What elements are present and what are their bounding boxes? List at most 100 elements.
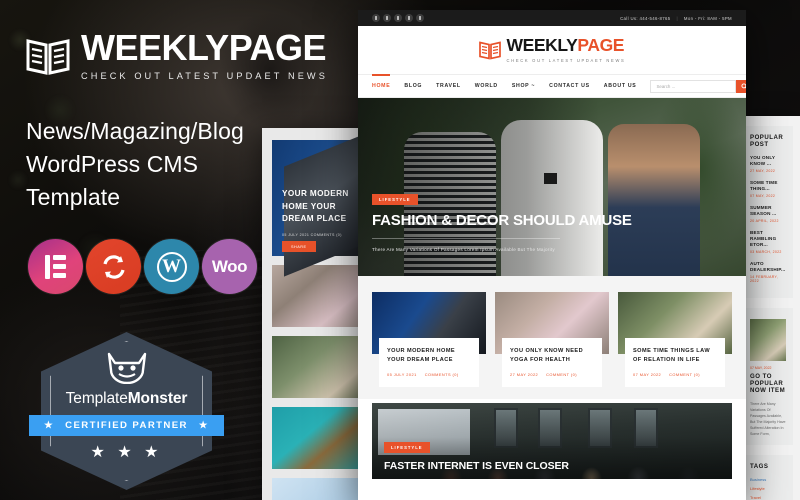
book-logo-icon <box>478 40 501 60</box>
popular-post-date: 03 MARCH, 2022 <box>750 250 782 255</box>
popular-post-date: 14 FEBRUARY, 2022 <box>750 275 778 284</box>
search-button[interactable] <box>736 79 746 93</box>
book-logo-icon <box>26 36 70 76</box>
post-card[interactable]: SOME TIME THINGS LAW OF RELATION IN LIFE… <box>618 292 732 388</box>
popular-post-title: AUTO DEALERSHIP... <box>750 260 786 272</box>
linkedin-icon[interactable] <box>416 14 424 22</box>
hero-title: FASHION & DECOR SHOULD AMUSE <box>372 212 632 229</box>
redux-icon <box>86 239 141 295</box>
hours-text: Mon - Fri: 8AM - 5PM <box>683 15 732 21</box>
promo-headline: News/Magazing/Blog WordPress CMS Templat… <box>26 115 334 213</box>
post-card-meta: 07 MAY 2022 COMMENT (0) <box>633 372 717 377</box>
facebook-icon[interactable] <box>372 14 380 22</box>
popular-post-date: 07 MAY, 2022 <box>750 194 776 199</box>
secondary-hero-badge[interactable]: LIFESTYLE <box>384 442 430 454</box>
templatemonster-certified-badge: TemplateMonster ★ CERTIFIED PARTNER ★ ★ … <box>29 332 224 490</box>
post-card-title[interactable]: YOU ONLY KNOW NEED YOGA FOR HEALTH <box>510 347 594 365</box>
topbar-contact-info: Call Us: 444-546-8765 | Mon - Fri: 8AM -… <box>620 16 732 21</box>
post-card-comments: COMMENT (0) <box>669 372 700 378</box>
site-logo-bar: WEEKLYPAGE CHECK OUT LATEST UPDAET NEWS <box>358 26 746 74</box>
post-card-meta: 05 JULY 2021 COMMENTS (0) <box>387 372 471 377</box>
phone-text: Call Us: 444-546-8765 <box>620 15 671 21</box>
post-card-comments: COMMENTS (0) <box>424 372 459 378</box>
popular-post-date: 27 MAY, 2022 <box>750 169 776 174</box>
tags-heading: TAGS <box>750 463 769 471</box>
post-card[interactable]: YOU ONLY KNOW NEED YOGA FOR HEALTH 27 MA… <box>495 292 609 388</box>
hero-slider[interactable]: LIFESTYLE FASHION & DECOR SHOULD AMUSE T… <box>358 98 746 276</box>
post-card-comments: COMMENT (0) <box>546 372 577 378</box>
tag-link: Lifestyle <box>750 486 765 492</box>
promo-brand-text: WEEKLYPAGE CHECK OUT LATEST UPDAET NEWS <box>81 30 328 81</box>
badge-brand-name: TemplateMonster <box>41 390 212 408</box>
promo-headline-line: WordPress CMS <box>26 150 199 177</box>
hero-category-badge[interactable]: LIFESTYLE <box>372 194 418 205</box>
nav-item-contact-us[interactable]: CONTACT US <box>549 83 590 89</box>
site-navbar: HOME BLOG TRAVEL WORLD SHOP ~ CONTACT US… <box>358 74 746 98</box>
hero-description: There Are Many Variations Of Passages Lo… <box>372 247 555 252</box>
post-card-date: 07 MAY 2022 <box>633 372 662 378</box>
featured-post-widget: 07 MAY, 2022 GO TO POPULAR NOW ITEM Ther… <box>743 307 793 446</box>
popular-post-title: SUMMER SEASON ... <box>750 204 777 216</box>
logo-word-page: PAGE <box>577 35 625 56</box>
featured-post-body: There Are Many Variations Of Passages Av… <box>750 401 786 437</box>
post-card[interactable]: YOUR MODERN HOME YOUR DREAM PLACE 05 JUL… <box>372 292 486 388</box>
hero-divider <box>372 238 560 239</box>
popular-post-title: YOU ONLY KNOW ... <box>750 155 776 167</box>
nav-item-world[interactable]: WORLD <box>475 83 498 89</box>
wordpress-icon: W <box>144 239 199 295</box>
popular-post-date: 20 APRIL, 2022 <box>750 219 779 224</box>
post-card-date: 05 JULY 2021 <box>387 372 417 378</box>
search-icon <box>741 82 746 89</box>
secondary-hero-title: FASTER INTERNET IS EVEN CLOSER <box>384 460 569 473</box>
search-input[interactable]: Search ... <box>650 79 737 93</box>
wordpress-w-glyph: W <box>156 251 187 282</box>
badge-brand-monster: Monster <box>127 390 188 407</box>
site-topbar: Call Us: 444-546-8765 | Mon - Fri: 8AM -… <box>358 10 746 26</box>
list-item: SUMMER SEASON ... 20 APRIL, 2022 <box>750 205 786 223</box>
badge-stars: ★ ★ ★ <box>90 444 163 461</box>
monster-mascot-icon <box>41 350 212 389</box>
promo-brand-subtitle: CHECK OUT LATEST UPDAET NEWS <box>81 71 328 81</box>
hero-content: LIFESTYLE FASHION & DECOR SHOULD AMUSE T… <box>372 188 632 252</box>
post-card-body: SOME TIME THINGS LAW OF RELATION IN LIFE… <box>625 338 725 388</box>
plugin-badges: W Woo <box>28 239 334 295</box>
badge-brand-template: Template <box>65 390 128 407</box>
featured-post-title: GO TO POPULAR NOW ITEM <box>750 372 786 394</box>
list-item: BEST RAMBLING ETOR... 03 MARCH, 2022 <box>750 230 786 255</box>
logo-word-weekly: WEEKLY <box>506 35 578 56</box>
nav-item-about-us[interactable]: ABOUT US <box>604 83 637 89</box>
google-plus-icon[interactable] <box>405 14 413 22</box>
popular-post-title: SOME TIME THING... <box>750 179 778 192</box>
list-item: SOME TIME THING... 07 MAY, 2022 <box>750 180 786 198</box>
tags-widget: TAGS Business Lifestyle Travel <box>743 455 793 500</box>
site-logo-subtitle: CHECK OUT LATEST UPDAET NEWS <box>506 57 626 63</box>
popular-post-heading: POPULAR POST <box>750 134 784 148</box>
popular-post-widget: POPULAR POST YOU ONLY KNOW ... 27 MAY, 2… <box>743 126 793 298</box>
nav-item-blog[interactable]: BLOG <box>404 83 422 89</box>
main-site-preview: Call Us: 444-546-8765 | Mon - Fri: 8AM -… <box>358 10 746 500</box>
post-card-title[interactable]: YOUR MODERN HOME YOUR DREAM PLACE <box>387 347 471 365</box>
badge-ribbon: ★ CERTIFIED PARTNER ★ <box>29 415 224 436</box>
search-area: Search ... <box>650 79 746 93</box>
post-card-title[interactable]: SOME TIME THINGS LAW OF RELATION IN LIFE <box>633 347 717 365</box>
nav-item-travel[interactable]: TRAVEL <box>436 83 461 89</box>
nav-item-shop[interactable]: SHOP ~ <box>512 83 535 89</box>
badge-star-right: ★ <box>198 420 209 431</box>
instagram-icon[interactable] <box>383 14 391 22</box>
twitter-icon[interactable] <box>394 14 402 22</box>
post-card-body: YOU ONLY KNOW NEED YOGA FOR HEALTH 27 MA… <box>502 338 602 388</box>
badge-star-left: ★ <box>44 420 55 431</box>
promo-panel: WEEKLYPAGE CHECK OUT LATEST UPDAET NEWS … <box>0 0 360 500</box>
secondary-hero[interactable]: LIFESTYLE FASTER INTERNET IS EVEN CLOSER <box>372 403 732 480</box>
post-card-date: 27 MAY 2022 <box>510 372 539 378</box>
nav-item-home[interactable]: HOME <box>372 74 391 89</box>
social-links[interactable] <box>372 14 424 22</box>
topbar-separator: | <box>676 15 678 21</box>
featured-post-image <box>750 318 786 361</box>
promo-brand: WEEKLYPAGE CHECK OUT LATEST UPDAET NEWS <box>26 30 334 81</box>
post-card-body: YOUR MODERN HOME YOUR DREAM PLACE 05 JUL… <box>379 338 479 388</box>
post-card-meta: 27 MAY 2022 COMMENT (0) <box>510 372 594 377</box>
popular-post-title: BEST RAMBLING ETOR... <box>750 229 777 247</box>
elementor-icon <box>28 239 83 295</box>
site-logo[interactable]: WEEKLYPAGE CHECK OUT LATEST UPDAET NEWS <box>478 35 626 63</box>
